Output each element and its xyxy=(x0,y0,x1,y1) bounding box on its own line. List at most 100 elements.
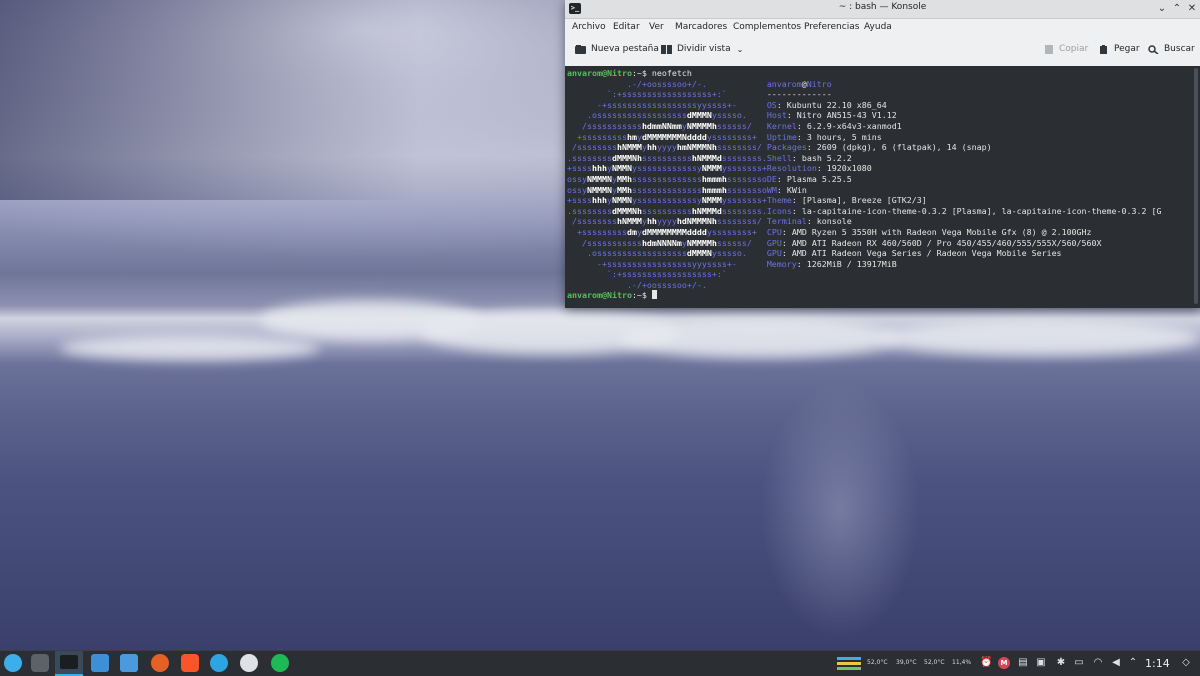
info-label: Shell xyxy=(766,152,792,163)
menu-bar: Archivo Editar Ver Marcadores Complement… xyxy=(565,19,1200,37)
discover-icon[interactable] xyxy=(91,654,109,672)
notes-icon[interactable]: ▤ xyxy=(1017,657,1029,669)
cloud-bank xyxy=(880,320,1200,356)
neofetch-line: +sssshhhyNMMNyssssssssssssyNMMMysssssss+… xyxy=(567,195,1162,206)
menu-preferencias[interactable]: Preferencias xyxy=(804,22,859,32)
mega-icon[interactable]: M xyxy=(998,657,1010,669)
new-tab-label: Nueva pestaña xyxy=(591,44,659,54)
logo-text: dMMMMMMMNdddd xyxy=(641,131,707,142)
spotify-icon[interactable] xyxy=(271,654,289,672)
info-value: : [Plasma], Breeze [GTK2/3] xyxy=(791,195,927,206)
logo-text: +ssss xyxy=(567,163,592,174)
window-title: ~ : bash — Konsole xyxy=(838,2,927,12)
logo-text: ssssssss/ xyxy=(716,216,767,227)
info-label: Packages xyxy=(766,142,807,153)
neofetch-line: /ssssssssssshdmmNNmmyNMMMMhssssss/ Kerne… xyxy=(567,121,1162,132)
logo-text: +sssssssss xyxy=(567,226,627,237)
logo-text: ssssssss/ xyxy=(716,142,767,153)
paste-button[interactable]: Pegar xyxy=(1098,44,1140,54)
scrollbar[interactable] xyxy=(1194,68,1198,304)
cloud-bank xyxy=(60,335,320,361)
logo-text: ssssssssssssss xyxy=(631,184,702,195)
logo-text: yyyy xyxy=(656,142,677,153)
logo-text: hm xyxy=(626,131,637,142)
search-label: Buscar xyxy=(1164,44,1195,54)
logo-text: NMMMMh xyxy=(686,237,717,248)
konsole-window[interactable]: >_ ~ : bash — Konsole ⌄ ⌃ ✕ Archivo Edit… xyxy=(565,0,1200,308)
prompt-suffix: :~$ xyxy=(631,290,652,301)
title-bar[interactable]: >_ ~ : bash — Konsole ⌄ ⌃ ✕ xyxy=(565,0,1200,19)
neofetch-line: ossyNMMMNyMMhsssssssssssssshmmmhssssssso… xyxy=(567,174,1162,185)
konsole-task[interactable] xyxy=(55,651,83,676)
menu-marcadores[interactable]: Marcadores xyxy=(675,22,727,32)
logo-text: ossy xyxy=(567,173,587,184)
logo-text: NMMMMh xyxy=(686,120,717,131)
close-button[interactable]: ✕ xyxy=(1185,2,1199,16)
menu-editar[interactable]: Editar xyxy=(613,22,640,32)
info-value: : 3 hours, 5 mins xyxy=(796,131,882,142)
logo-text: `:+ssssssssssssssssss+:` xyxy=(567,269,767,280)
menu-ayuda[interactable]: Ayuda xyxy=(864,22,892,32)
dolphin-icon[interactable] xyxy=(120,654,138,672)
window-menu-button[interactable]: ⌄ xyxy=(1155,2,1169,16)
terminal-area[interactable]: anvarom@Nitro:~$ neofetch .-/+oossssoo+/… xyxy=(565,66,1200,308)
logo-text: ossy xyxy=(567,184,587,195)
info-label: DE xyxy=(766,173,777,184)
copy-button[interactable]: Copiar xyxy=(1043,44,1088,54)
konsole-icon xyxy=(60,655,78,669)
logo-text: hdNMMMNh xyxy=(676,216,717,227)
logo-text: NMMMN xyxy=(586,173,612,184)
info-separator: ------------- xyxy=(766,89,832,100)
steam-icon[interactable] xyxy=(240,654,258,672)
show-desktop-icon[interactable]: ◇ xyxy=(1180,657,1192,669)
brave-icon[interactable] xyxy=(181,654,199,672)
menu-ver[interactable]: Ver xyxy=(649,22,664,32)
chevron-up-icon[interactable]: ⌃ xyxy=(1127,657,1139,669)
clock[interactable]: 1:14 xyxy=(1145,657,1170,670)
info-value: : 2609 (dpkg), 6 (flatpak), 14 (snap) xyxy=(806,142,992,153)
clipboard-icon[interactable]: ▣ xyxy=(1035,657,1047,669)
logo-text: ysssso. xyxy=(711,248,767,259)
logo-text: dMMMMMMMMdddd xyxy=(641,226,707,237)
paste-label: Pegar xyxy=(1114,44,1140,54)
info-label: GPU xyxy=(766,248,782,259)
logo-text: `:+ssssssssssssssssss+:` xyxy=(567,89,767,100)
logo-text: NMMM xyxy=(701,195,722,206)
logo-text: .ossssssssssssssssss xyxy=(567,110,687,121)
new-tab-button[interactable]: Nueva pestaña xyxy=(575,44,659,54)
wifi-icon[interactable]: ◠ xyxy=(1092,657,1104,669)
logo-text: hmmmh xyxy=(701,173,727,184)
sea-glare xyxy=(760,380,920,640)
new-tab-icon xyxy=(575,44,586,54)
logo-text: .ossssssssssssssssss xyxy=(567,248,687,259)
search-button[interactable]: Buscar xyxy=(1148,44,1195,55)
neofetch-line: .ossssssssssssssssssdMMMNysssso. GPU: AM… xyxy=(567,248,1162,259)
volume-icon[interactable]: ◀ xyxy=(1110,657,1122,669)
application-launcher-icon[interactable] xyxy=(4,654,22,672)
neofetch-line: `:+ssssssssssssssssss+:` xyxy=(567,269,1162,280)
logo-text: .ssssssss xyxy=(567,152,612,163)
menu-complementos[interactable]: Complementos xyxy=(733,22,801,32)
logo-text: hNMMM xyxy=(616,216,642,227)
logo-text: yssssssss+ xyxy=(706,131,767,142)
neofetch-line: /ssssssssssshdmNNNNmyNMMMMhssssss/ GPU: … xyxy=(567,238,1162,249)
firefox-icon[interactable] xyxy=(151,654,169,672)
logo-text: yssssssssssssy xyxy=(631,195,702,206)
logo-text: hNMMMd xyxy=(691,205,722,216)
minimize-button[interactable]: ⌃ xyxy=(1170,2,1184,16)
bluetooth-icon[interactable]: ✱ xyxy=(1055,657,1067,669)
split-view-button[interactable]: Dividir vista ⌄ xyxy=(661,44,743,54)
swap-monitor-bar xyxy=(837,662,861,665)
telegram-icon[interactable] xyxy=(210,654,228,672)
final-prompt: anvarom@Nitro:~$ xyxy=(567,290,1162,301)
info-value: : la-capitaine-icon-theme-0.3.2 [Plasma]… xyxy=(791,205,1162,216)
menu-archivo[interactable]: Archivo xyxy=(572,22,606,32)
alarm-icon[interactable]: ⏰ xyxy=(980,657,992,669)
info-label: Icons xyxy=(766,205,792,216)
system-settings-icon[interactable] xyxy=(31,654,49,672)
info-label: GPU xyxy=(766,237,782,248)
cloud-bank xyxy=(620,318,900,358)
terminal-output: anvarom@Nitro:~$ neofetch .-/+oossssoo+/… xyxy=(567,68,1162,301)
battery-icon[interactable]: ▭ xyxy=(1073,657,1085,669)
neofetch-line: +sssssssssdmydMMMMMMMMddddyssssssss+ CPU… xyxy=(567,227,1162,238)
